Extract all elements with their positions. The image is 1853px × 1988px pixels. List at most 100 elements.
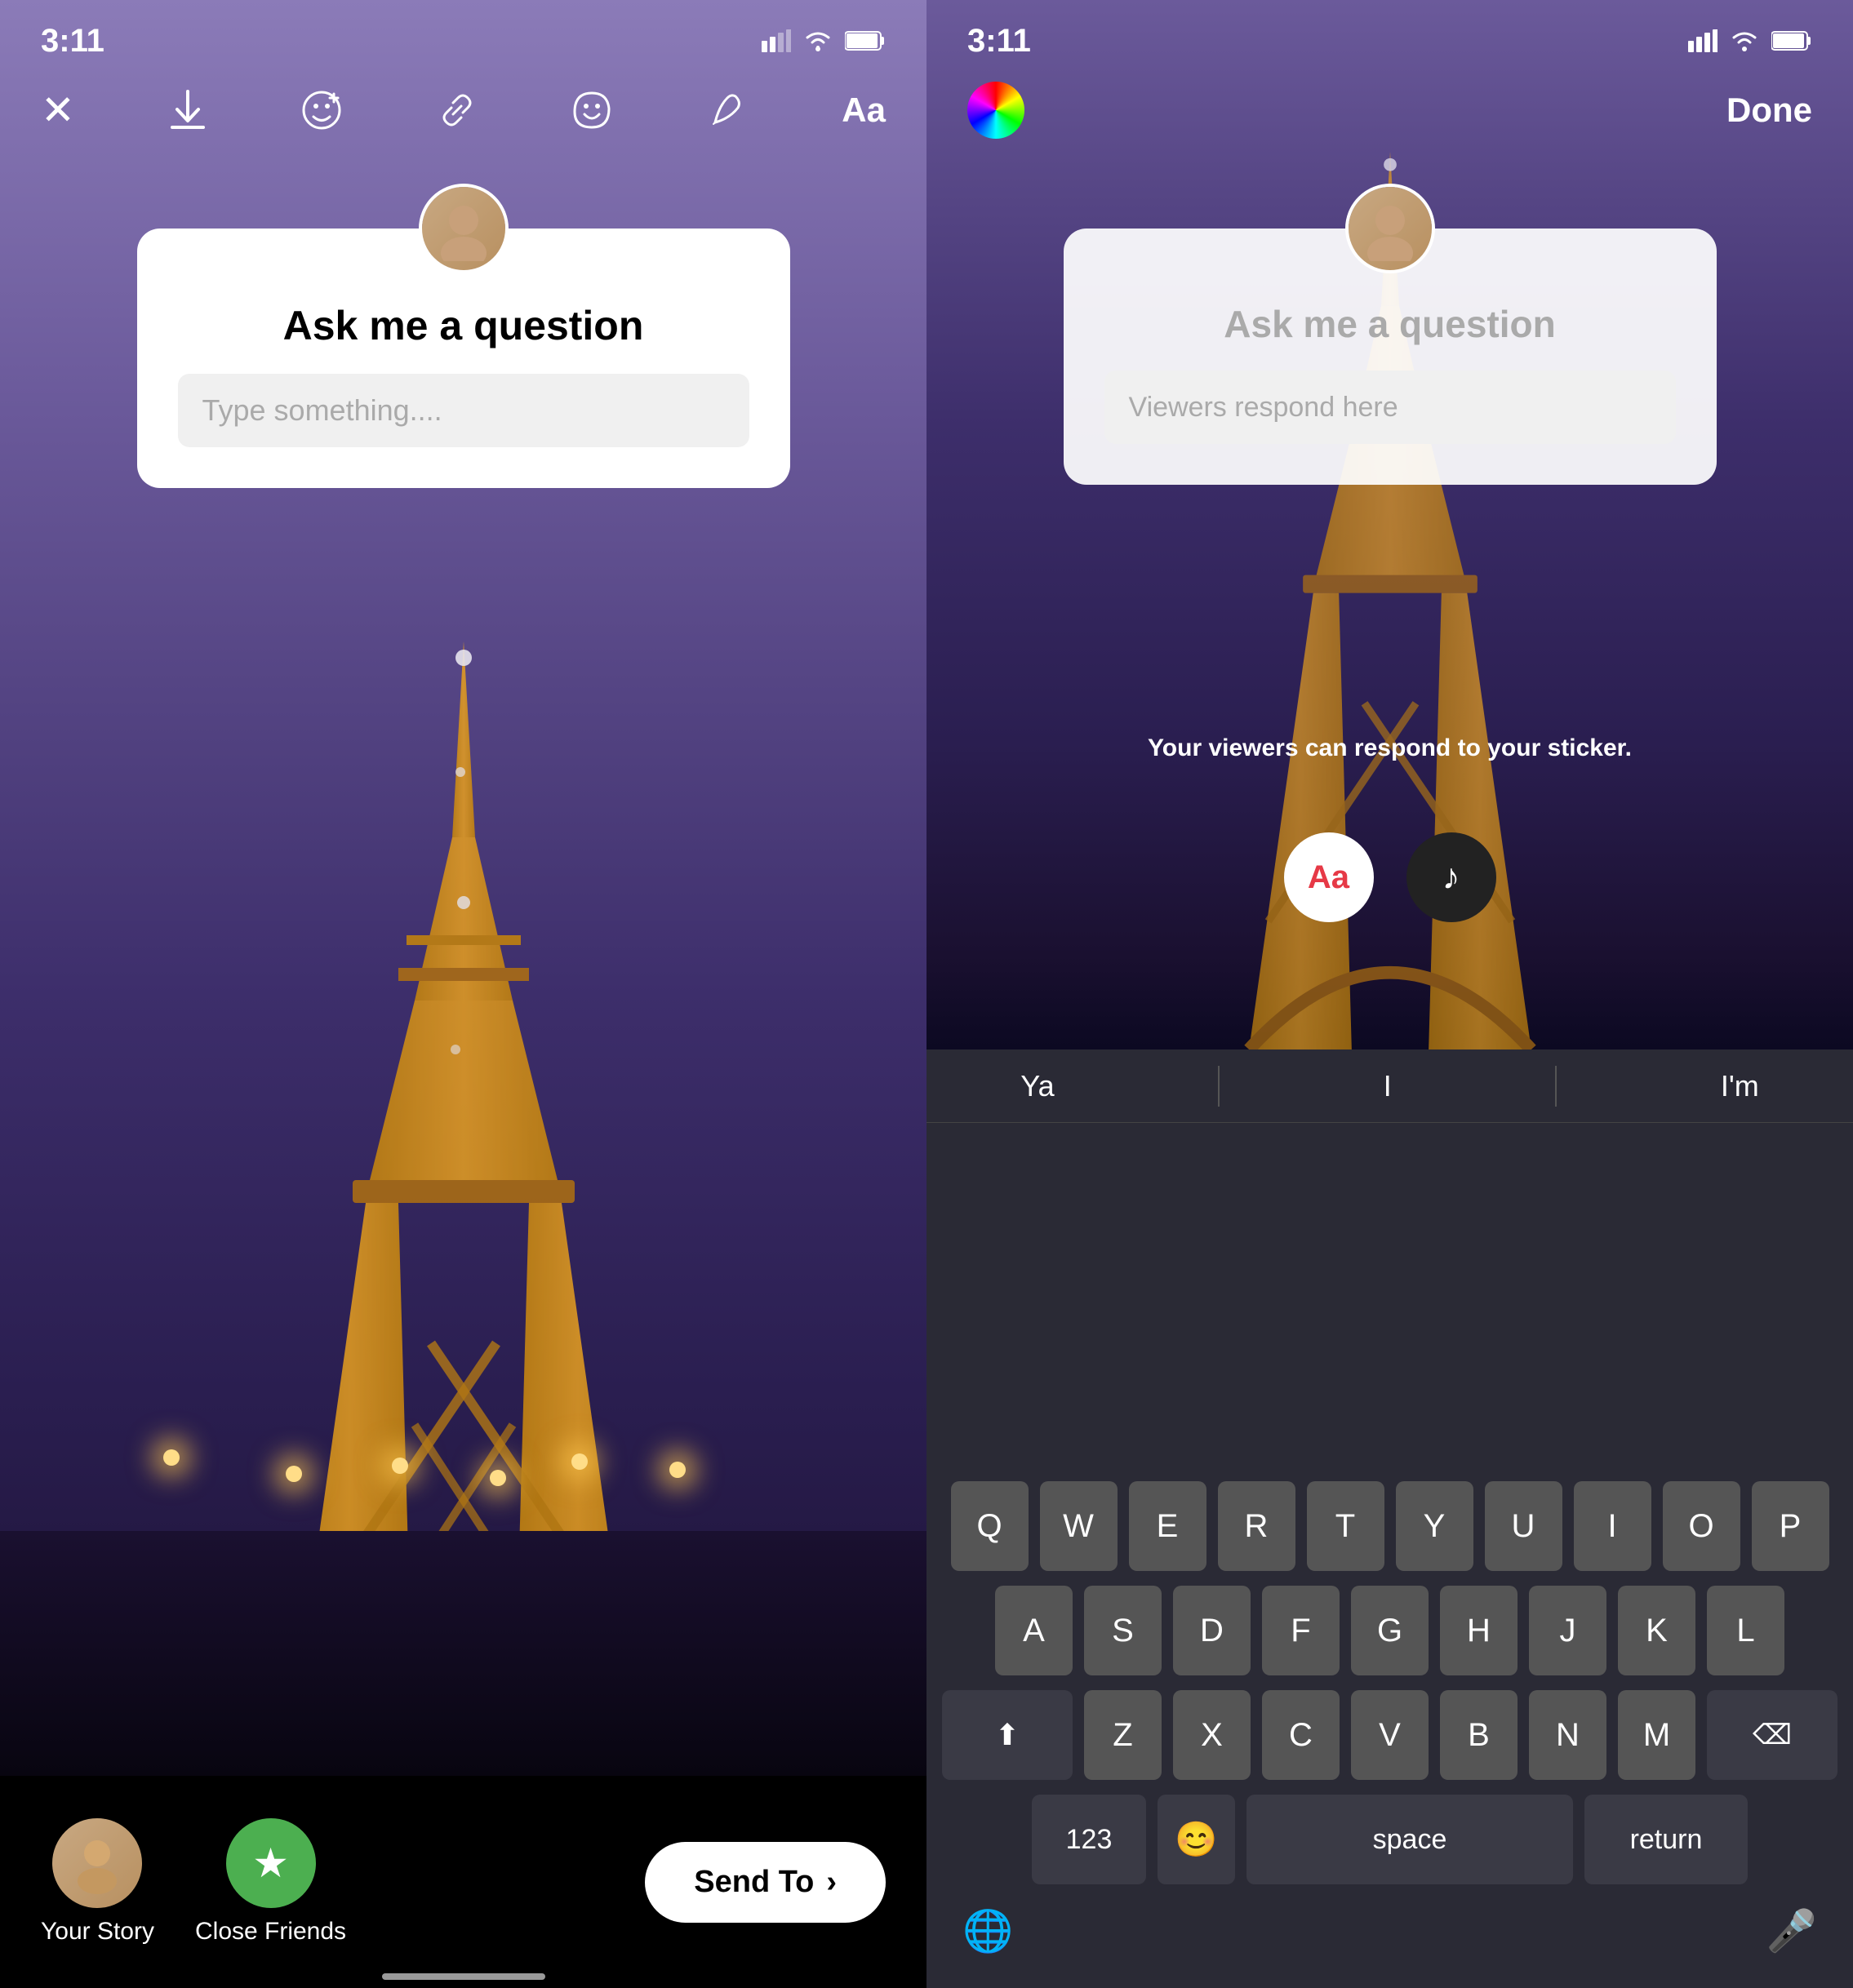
key-h[interactable]: H (1440, 1586, 1518, 1675)
close-button[interactable]: ✕ (41, 87, 75, 134)
home-indicator-left (382, 1973, 545, 1980)
globe-icon[interactable]: 🌐 (962, 1907, 1013, 1955)
key-y[interactable]: Y (1396, 1481, 1473, 1571)
right-phone: 3:11 Done (926, 0, 1853, 1988)
question-title-left: Ask me a question (283, 302, 644, 349)
question-sticker-right: Ask me a question Viewers respond here (1064, 229, 1717, 485)
key-t[interactable]: T (1307, 1481, 1384, 1571)
share-bar: Your Story ★ Close Friends Send To › (0, 1776, 926, 1988)
autocomplete-bar: Ya I I'm (926, 1049, 1853, 1123)
mic-icon[interactable]: 🎤 (1766, 1907, 1817, 1955)
your-story-option[interactable]: Your Story (41, 1818, 154, 1946)
key-p[interactable]: P (1752, 1481, 1829, 1571)
music-tool-label: ♪ (1442, 857, 1460, 898)
key-a[interactable]: A (995, 1586, 1073, 1675)
viewers-info-text: Your viewers can respond to your sticker… (1148, 734, 1632, 762)
status-icons-left (762, 29, 886, 52)
autocomplete-ya[interactable]: Ya (996, 1069, 1078, 1103)
time-right: 3:11 (967, 23, 1031, 60)
toolbar-left: ✕ Aa (0, 65, 926, 155)
autocomplete-divider-2 (1555, 1066, 1557, 1107)
avatar-right (1345, 184, 1435, 273)
key-b[interactable]: B (1440, 1690, 1518, 1780)
key-s[interactable]: S (1084, 1586, 1162, 1675)
question-input-left[interactable]: Type something.... (178, 374, 749, 447)
viewers-respond-placeholder: Viewers respond here (1129, 392, 1398, 424)
your-story-icon (52, 1818, 142, 1908)
toolbar-right: Done (926, 65, 1853, 155)
keyboard-row-3: ⬆ Z X C V B N M ⌫ (938, 1690, 1842, 1780)
autocomplete-i[interactable]: I (1359, 1069, 1416, 1103)
close-friends-option[interactable]: ★ Close Friends (195, 1818, 346, 1946)
close-friends-icon: ★ (226, 1818, 316, 1908)
keyboard-bottom-bar: 🌐 🎤 (938, 1899, 1842, 1955)
color-wheel-button[interactable] (967, 82, 1024, 139)
key-z[interactable]: Z (1084, 1690, 1162, 1780)
draw-button[interactable] (707, 90, 748, 131)
autocomplete-divider-1 (1218, 1066, 1220, 1107)
status-icons-right (1688, 29, 1812, 52)
question-input-placeholder-left: Type something.... (202, 393, 442, 428)
key-u[interactable]: U (1485, 1481, 1562, 1571)
question-input-right[interactable]: Viewers respond here (1104, 371, 1676, 444)
wifi-icon-right (1729, 29, 1760, 52)
star-icon: ★ (252, 1839, 289, 1887)
key-g[interactable]: G (1351, 1586, 1429, 1675)
emoji-key[interactable]: 😊 (1158, 1795, 1235, 1884)
autocomplete-im[interactable]: I'm (1696, 1069, 1784, 1103)
text-tool-button[interactable]: Aa (1284, 832, 1374, 922)
battery-icon (845, 30, 886, 51)
key-d[interactable]: D (1173, 1586, 1251, 1675)
ground (0, 1531, 926, 1776)
send-to-label: Send To (694, 1865, 814, 1900)
send-to-arrow: › (826, 1865, 837, 1900)
street-lights (0, 1417, 926, 1498)
done-button[interactable]: Done (1726, 91, 1812, 130)
emoji-add-button[interactable] (301, 90, 342, 131)
key-n[interactable]: N (1529, 1690, 1606, 1780)
key-v[interactable]: V (1351, 1690, 1429, 1780)
send-to-button[interactable]: Send To › (645, 1842, 886, 1923)
your-story-label: Your Story (41, 1918, 154, 1946)
key-m[interactable]: M (1618, 1690, 1695, 1780)
shift-key[interactable]: ⬆ (942, 1690, 1073, 1780)
text-tool-label: Aa (1308, 859, 1349, 896)
wifi-icon (802, 29, 833, 52)
status-bar-right: 3:11 (926, 0, 1853, 65)
key-k[interactable]: K (1618, 1586, 1695, 1675)
keyboard-row-2: A S D F G H J K L (938, 1586, 1842, 1675)
question-sticker-left: Ask me a question Type something.... (137, 229, 790, 488)
battery-icon-right (1771, 30, 1812, 51)
status-bar: 3:11 (0, 0, 926, 65)
music-tool-button[interactable]: ♪ (1406, 832, 1496, 922)
sticker-button[interactable] (571, 90, 612, 131)
key-o[interactable]: O (1663, 1481, 1740, 1571)
key-e[interactable]: E (1129, 1481, 1206, 1571)
key-x[interactable]: X (1173, 1690, 1251, 1780)
numbers-key[interactable]: 123 (1032, 1795, 1146, 1884)
key-f[interactable]: F (1262, 1586, 1340, 1675)
signal-icon-right (1688, 29, 1717, 52)
key-r[interactable]: R (1218, 1481, 1295, 1571)
key-l[interactable]: L (1707, 1586, 1784, 1675)
key-i[interactable]: I (1574, 1481, 1651, 1571)
link-button[interactable] (437, 90, 478, 131)
avatar-left (419, 184, 509, 273)
close-friends-label: Close Friends (195, 1918, 346, 1946)
keyboard-row-4: 123 😊 space return (938, 1795, 1842, 1884)
left-phone: 3:11 ✕ (0, 0, 926, 1988)
key-w[interactable]: W (1040, 1481, 1118, 1571)
key-j[interactable]: J (1529, 1586, 1606, 1675)
space-key[interactable]: space (1246, 1795, 1573, 1884)
key-c[interactable]: C (1262, 1690, 1340, 1780)
delete-key[interactable]: ⌫ (1707, 1690, 1837, 1780)
question-title-right: Ask me a question (1224, 302, 1555, 346)
text-button[interactable]: Aa (842, 91, 886, 130)
download-button[interactable] (169, 90, 207, 131)
text-music-tools: Aa ♪ (1284, 832, 1496, 922)
key-q[interactable]: Q (951, 1481, 1029, 1571)
time-left: 3:11 (41, 23, 104, 60)
keyboard-row-1: Q W E R T Y U I O P (938, 1481, 1842, 1571)
keyboard: Q W E R T Y U I O P A S D F G H J K L ⬆ … (926, 1465, 1853, 1988)
return-key[interactable]: return (1584, 1795, 1748, 1884)
